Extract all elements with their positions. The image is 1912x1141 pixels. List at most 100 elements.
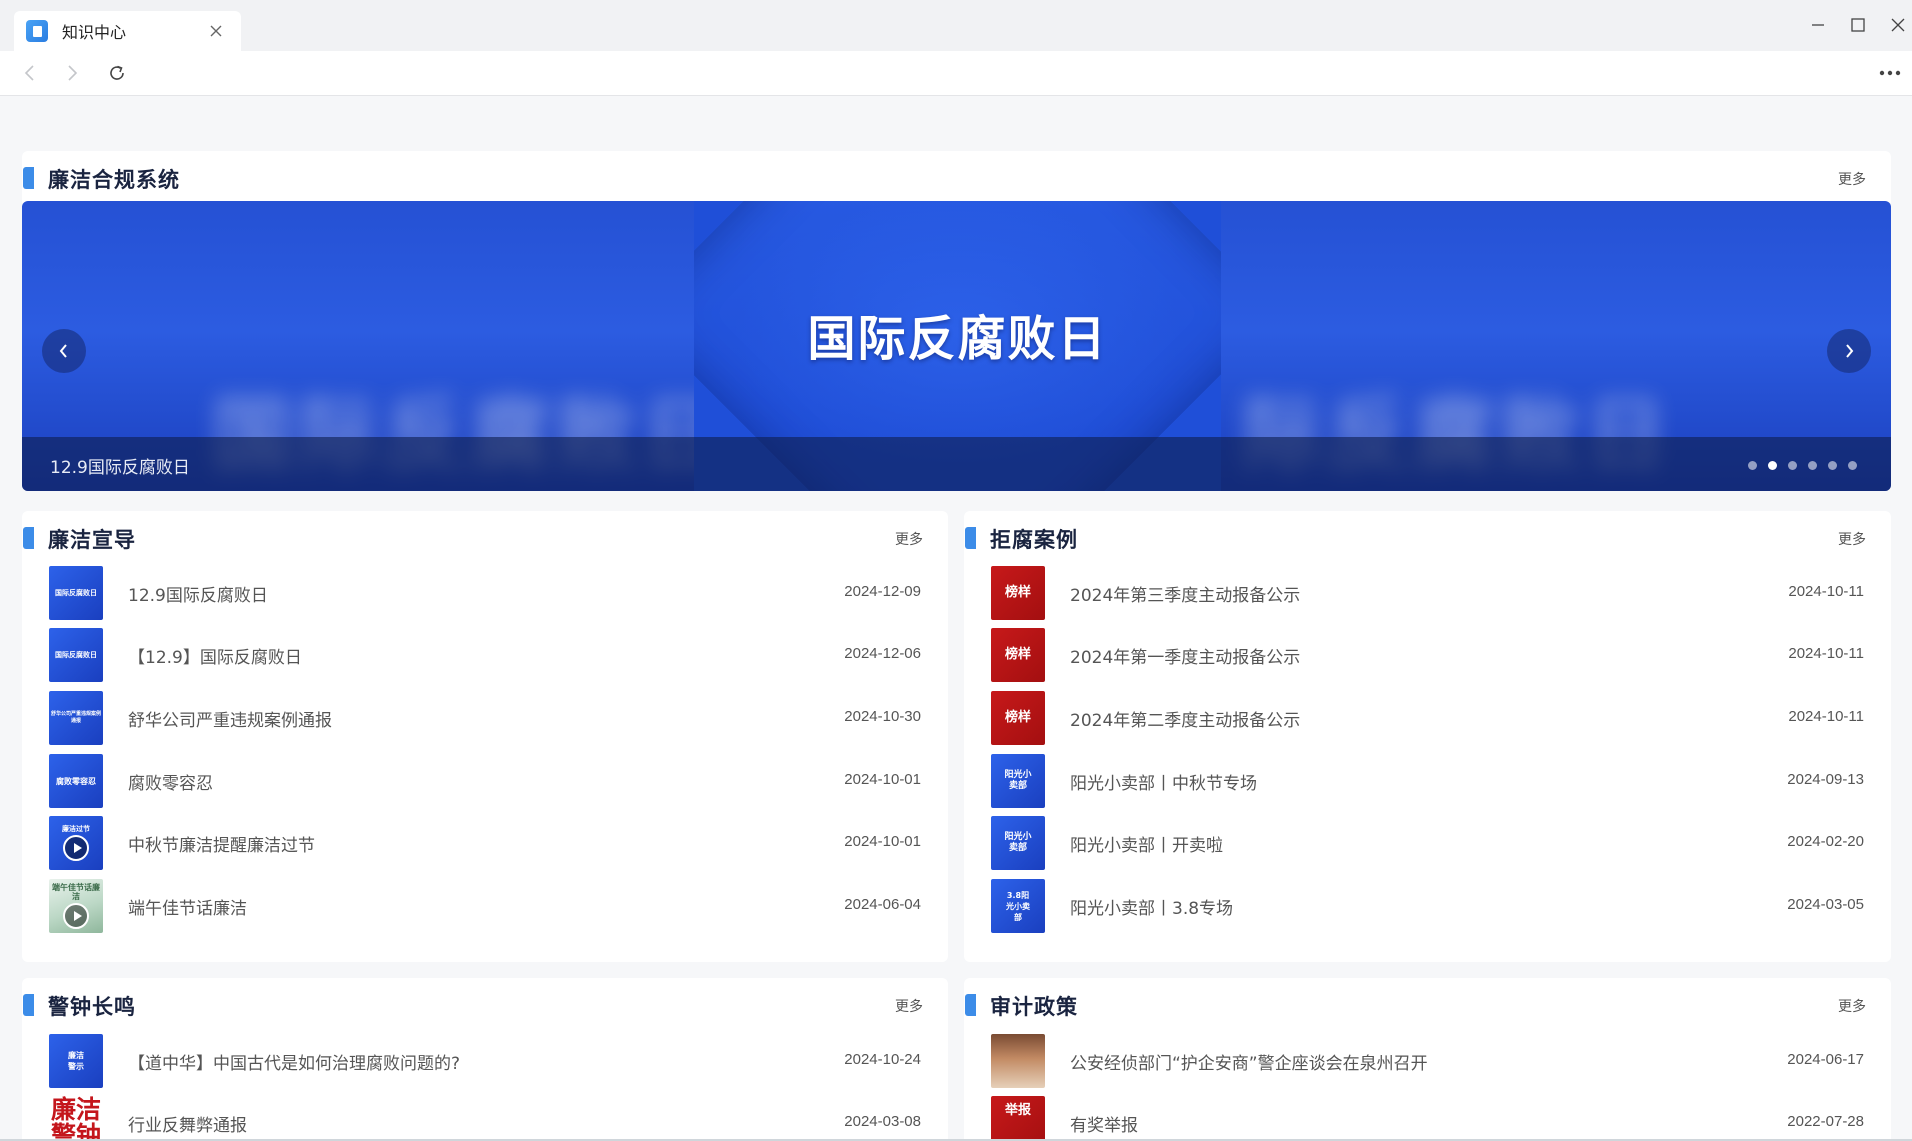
minimize-icon[interactable]	[1806, 13, 1830, 37]
warning-section: 警钟长鸣 更多 廉洁警示 【道中华】中国古代是如何治理腐败问题的? 2024-1…	[22, 978, 948, 1141]
item-title[interactable]: 12.9国际反腐败日	[128, 581, 268, 606]
forward-icon[interactable]	[60, 61, 84, 85]
section-accent-bar	[23, 994, 34, 1016]
item-title[interactable]: 公安经侦部门“护企安商”警企座谈会在泉州召开	[1070, 1049, 1428, 1074]
maximize-icon[interactable]	[1846, 13, 1870, 37]
item-title[interactable]: 阳光小卖部丨开卖啦	[1070, 831, 1223, 856]
banner-caption-bar: 12.9国际反腐败日	[22, 437, 1891, 491]
item-title[interactable]: 【道中华】中国古代是如何治理腐败问题的?	[128, 1049, 460, 1074]
tab-title: 知识中心	[62, 23, 127, 42]
list-item[interactable]: 榜样 2024年第二季度主动报备公示 2024-10-11	[964, 691, 1891, 753]
play-icon	[63, 903, 89, 929]
promo-section: 廉洁宣导 更多 国际反腐败日 12.9国际反腐败日 2024-12-09 国际反…	[22, 511, 948, 962]
list-item[interactable]: 阳光小卖部 阳光小卖部丨开卖啦 2024-02-20	[964, 816, 1891, 878]
item-date: 2024-02-20	[1787, 833, 1864, 850]
list-item[interactable]: 廉洁过节 中秋节廉洁提醒廉洁过节 2024-10-01	[22, 816, 948, 878]
carousel-dot[interactable]	[1848, 461, 1857, 470]
video-thumbnail: 端午佳节话廉洁	[49, 879, 103, 933]
item-title[interactable]: 2024年第三季度主动报备公示	[1070, 581, 1300, 606]
list-item[interactable]: 公安经侦部门“护企安商”警企座谈会在泉州召开 2024-06-17	[964, 1034, 1891, 1096]
reload-icon[interactable]	[105, 61, 129, 85]
more-link[interactable]: 更多	[1838, 529, 1866, 549]
item-title[interactable]: 2024年第二季度主动报备公示	[1070, 706, 1300, 731]
item-date: 2024-12-09	[844, 583, 921, 600]
more-link[interactable]: 更多	[1838, 169, 1866, 189]
audit-policy-section: 审计政策 更多 公安经侦部门“护企安商”警企座谈会在泉州召开 2024-06-1…	[964, 978, 1891, 1141]
item-thumbnail: 国际反腐败日	[49, 566, 103, 620]
item-thumbnail: 榜样	[991, 628, 1045, 682]
more-options-icon[interactable]	[1878, 61, 1902, 85]
carousel-dot[interactable]	[1828, 461, 1837, 470]
list-item[interactable]: 阳光小卖部 阳光小卖部丨中秋节专场 2024-09-13	[964, 754, 1891, 816]
item-title[interactable]: 端午佳节话廉洁	[128, 894, 247, 919]
browser-toolbar	[0, 51, 1912, 96]
more-link[interactable]: 更多	[895, 996, 923, 1016]
banner-carousel[interactable]: 国际反腐败日 际反腐败日 国际反腐败日 12.9国际反腐败日	[22, 201, 1891, 491]
item-date: 2024-06-17	[1787, 1051, 1864, 1068]
item-title[interactable]: 行业反舞弊通报	[128, 1111, 247, 1136]
window-close-icon[interactable]	[1886, 13, 1910, 37]
item-title[interactable]: 阳光小卖部丨中秋节专场	[1070, 769, 1257, 794]
section-title: 审计政策	[990, 995, 1078, 1019]
list-item[interactable]: 榜样 2024年第一季度主动报备公示 2024-10-11	[964, 628, 1891, 690]
item-thumbnail	[991, 1034, 1045, 1088]
list-item[interactable]: 国际反腐败日 12.9国际反腐败日 2024-12-09	[22, 566, 948, 628]
carousel-dot[interactable]	[1808, 461, 1817, 470]
section-accent-bar	[23, 527, 34, 549]
section-accent-bar	[23, 167, 34, 189]
page-content: 廉洁合规系统 更多 国际反腐败日 际反腐败日 国际反腐败日 12.9国际反腐败日	[0, 96, 1912, 1141]
item-title[interactable]: 有奖举报	[1070, 1111, 1138, 1136]
list-item[interactable]: 榜样 2024年第三季度主动报备公示 2024-10-11	[964, 566, 1891, 628]
item-date: 2024-12-06	[844, 645, 921, 662]
item-date: 2024-03-08	[844, 1113, 921, 1130]
item-date: 2024-10-11	[1788, 583, 1864, 600]
list-item[interactable]: 腐败零容忍 腐败零容忍 2024-10-01	[22, 754, 948, 816]
more-link[interactable]: 更多	[1838, 996, 1866, 1016]
item-date: 2024-06-04	[844, 896, 921, 913]
carousel-indicators	[1748, 461, 1857, 470]
chevron-right-icon	[1846, 344, 1854, 358]
item-title[interactable]: 舒华公司严重违规案例通报	[128, 706, 332, 731]
item-title[interactable]: 中秋节廉洁提醒廉洁过节	[128, 831, 315, 856]
item-thumbnail: 举报	[991, 1096, 1045, 1141]
list-item[interactable]: 3.8阳光小卖部 阳光小卖部丨3.8专场 2024-03-05	[964, 879, 1891, 941]
video-thumbnail: 廉洁过节	[49, 816, 103, 870]
section-title: 警钟长鸣	[48, 995, 136, 1019]
list-item[interactable]: 端午佳节话廉洁 端午佳节话廉洁 2024-06-04	[22, 879, 948, 941]
carousel-dot[interactable]	[1788, 461, 1797, 470]
item-date: 2024-03-05	[1787, 896, 1864, 913]
item-thumbnail: 阳光小卖部	[991, 816, 1045, 870]
item-thumbnail: 腐败零容忍	[49, 754, 103, 808]
item-title[interactable]: 2024年第一季度主动报备公示	[1070, 643, 1300, 668]
section-header: 警钟长鸣 更多	[22, 978, 948, 1026]
item-thumbnail: 榜样	[991, 691, 1045, 745]
section-accent-bar	[965, 994, 976, 1016]
item-thumbnail: 榜样	[991, 566, 1045, 620]
list-item[interactable]: 举报 有奖举报 2022-07-28	[964, 1096, 1891, 1141]
carousel-next-button[interactable]	[1827, 329, 1871, 373]
item-title[interactable]: 【12.9】国际反腐败日	[128, 643, 302, 668]
back-icon[interactable]	[18, 61, 42, 85]
list-item[interactable]: 国际反腐败日 【12.9】国际反腐败日 2024-12-06	[22, 628, 948, 690]
list-item[interactable]: 舒华公司严重违规案例通报 舒华公司严重违规案例通报 2024-10-30	[22, 691, 948, 753]
item-title[interactable]: 腐败零容忍	[128, 769, 213, 794]
banner-headline: 国际反腐败日	[807, 311, 1108, 367]
browser-tab-active[interactable]: 知识中心	[14, 11, 241, 51]
carousel-prev-button[interactable]	[42, 329, 86, 373]
item-date: 2024-10-24	[844, 1051, 921, 1068]
carousel-dot[interactable]	[1748, 461, 1757, 470]
browser-titlebar: 知识中心	[0, 0, 1912, 51]
item-date: 2024-10-30	[844, 708, 921, 725]
item-thumbnail: 舒华公司严重违规案例通报	[49, 691, 103, 745]
close-tab-icon[interactable]	[207, 22, 225, 40]
section-header: 廉洁宣导 更多	[22, 511, 948, 559]
list-item[interactable]: 廉洁警示 【道中华】中国古代是如何治理腐败问题的? 2024-10-24	[22, 1034, 948, 1096]
item-thumbnail: 国际反腐败日	[49, 628, 103, 682]
more-link[interactable]: 更多	[895, 529, 923, 549]
item-title[interactable]: 阳光小卖部丨3.8专场	[1070, 894, 1233, 919]
section-title: 廉洁宣导	[48, 528, 136, 552]
item-thumbnail: 廉洁警示	[49, 1034, 103, 1088]
item-date: 2024-10-11	[1788, 708, 1864, 725]
carousel-dot-active[interactable]	[1768, 461, 1777, 470]
list-item[interactable]: 廉洁警钟 行业反舞弊通报 2024-03-08	[22, 1096, 948, 1141]
